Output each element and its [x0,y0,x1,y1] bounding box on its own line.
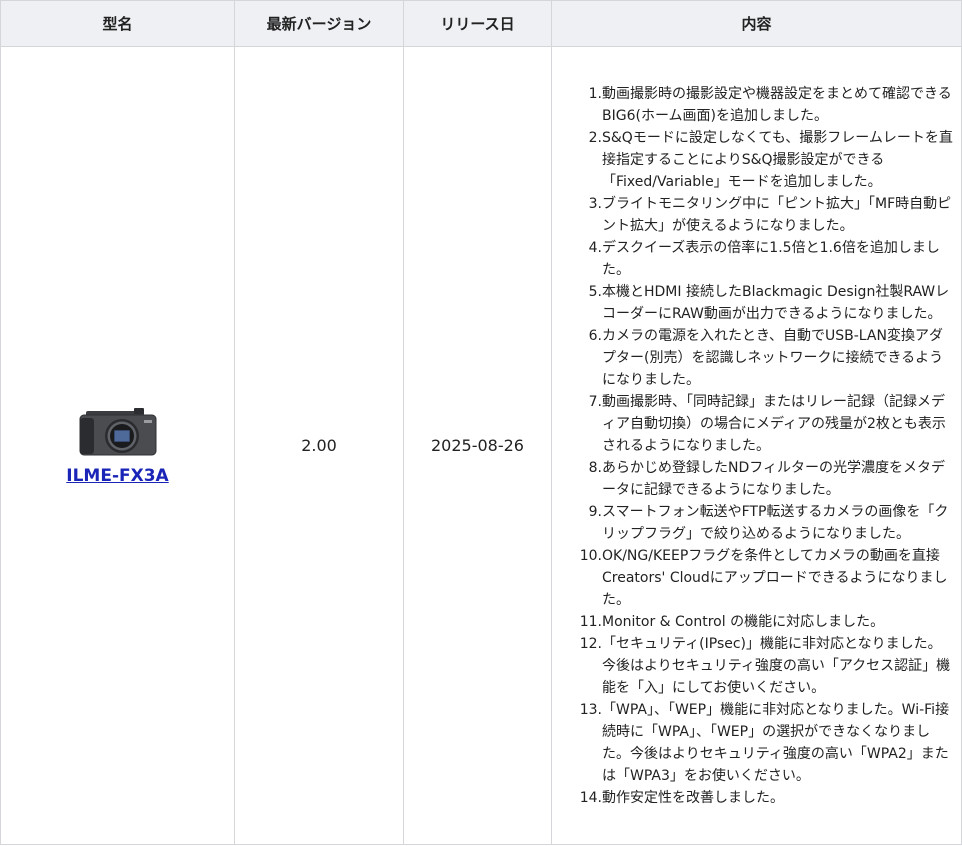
list-item: 2. S&Qモードに設定しなくても、撮影フレームレートを直接指定することによりS&… [588,129,953,190]
header-content: 内容 [551,0,962,47]
version-cell: 2.00 [234,46,404,845]
list-item: 6. カメラの電源を入れたとき、自動でUSB-LAN変換アダプター(別売）を認識し… [588,327,944,388]
list-item: 4. デスクイーズ表示の倍率に1.5倍と1.6倍を追加しました。 [588,239,940,278]
list-item: 1. 動画撮影時の撮影設定や機器設定をまとめて確認できるBIG6(ホーム画面)を追… [588,85,952,124]
camera-image [79,407,156,455]
table-header-row: 型名 最新バージョン リリース日 内容 [0,0,962,47]
list-item: 5. 本機とHDMI 接続したBlackmagic Design社製RAWレコーダ… [588,283,950,322]
changes-list: 1. 動画撮影時の撮影設定や機器設定をまとめて確認できるBIG6(ホーム画面)を追… [552,83,961,809]
table-row: ILME-FX3A 2.00 2025-08-26 1. 動画撮影時の撮影設定や機… [0,46,962,845]
list-item: 7. 動画撮影時、「同時記録」またはリレー記録（記録メディア自動切換）の場合にメデ… [588,393,946,454]
model-cell: ILME-FX3A [0,46,235,845]
model-link[interactable]: ILME-FX3A [66,466,168,486]
list-item: 12. 「セキュリティ(IPsec)」機能に非対応となりました。今後はよりセキュリ… [579,635,951,696]
list-item: 3. ブライトモニタリング中に「ピント拡大」「MF時自動ピント拡大」が使えるように… [588,195,952,234]
firmware-table: 型名 最新バージョン リリース日 内容 ILME-FX3A 2.00 2025-… [0,0,962,845]
list-item: 14. 動作安定性を改善しました。 [579,789,784,806]
list-item: 10. OK/NG/KEEPフラグを条件としてカメラの動画を直接Creators'… [579,547,948,608]
header-release-date: リリース日 [403,0,552,47]
list-item: 11. Monitor & Control の機能に対応しました。 [579,613,885,630]
list-item: 8. あらかじめ登録したNDフィルターの光学濃度をメタデータに記録できるようになり… [588,459,945,498]
header-model: 型名 [0,0,235,47]
header-version: 最新バージョン [234,0,404,47]
release-date-cell: 2025-08-26 [403,46,552,845]
content-cell: 1. 動画撮影時の撮影設定や機器設定をまとめて確認できるBIG6(ホーム画面)を追… [551,46,962,845]
list-item: 9. スマートフォン転送やFTP転送するカメラの画像を「クリップフラグ」で絞り込め… [588,503,949,542]
list-item: 13. 「WPA」、「WEP」機能に非対応となりました。Wi-Fi接続時に「WPA… [579,701,950,784]
